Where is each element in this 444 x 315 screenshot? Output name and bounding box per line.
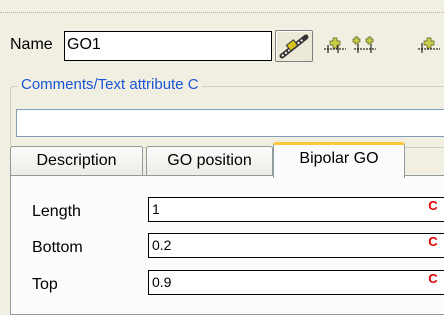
top-flag: C [427,271,439,286]
comments-input[interactable] [16,109,444,137]
insert-both-icon [352,36,376,53]
insert-both-button[interactable] [352,35,378,61]
name-label: Name [10,36,53,53]
tab-bipolar-go[interactable]: Bipolar GO [273,142,405,178]
insert-before-icon [324,37,346,53]
bottom-input[interactable]: 0.2 [148,233,444,258]
bottom-flag: C [427,234,439,249]
connector-pick-icon [279,34,309,59]
length-label: Length [32,203,81,220]
pick-connector-button[interactable] [275,30,313,62]
tab-go-position[interactable]: GO position [146,146,273,176]
insert-after-button[interactable] [416,35,442,61]
top-label: Top [32,276,58,293]
top-dotted-separator [0,12,444,13]
insert-after-icon [418,37,440,53]
length-flag: C [427,198,439,213]
insert-before-button[interactable] [322,35,348,61]
tab-description[interactable]: Description [10,146,143,176]
top-input[interactable]: 0.9 [148,270,444,295]
bottom-label: Bottom [32,239,83,256]
name-input[interactable]: GO1 [64,31,272,61]
comments-legend: Comments/Text attribute C [18,76,202,93]
length-input[interactable]: 1 [148,197,444,222]
